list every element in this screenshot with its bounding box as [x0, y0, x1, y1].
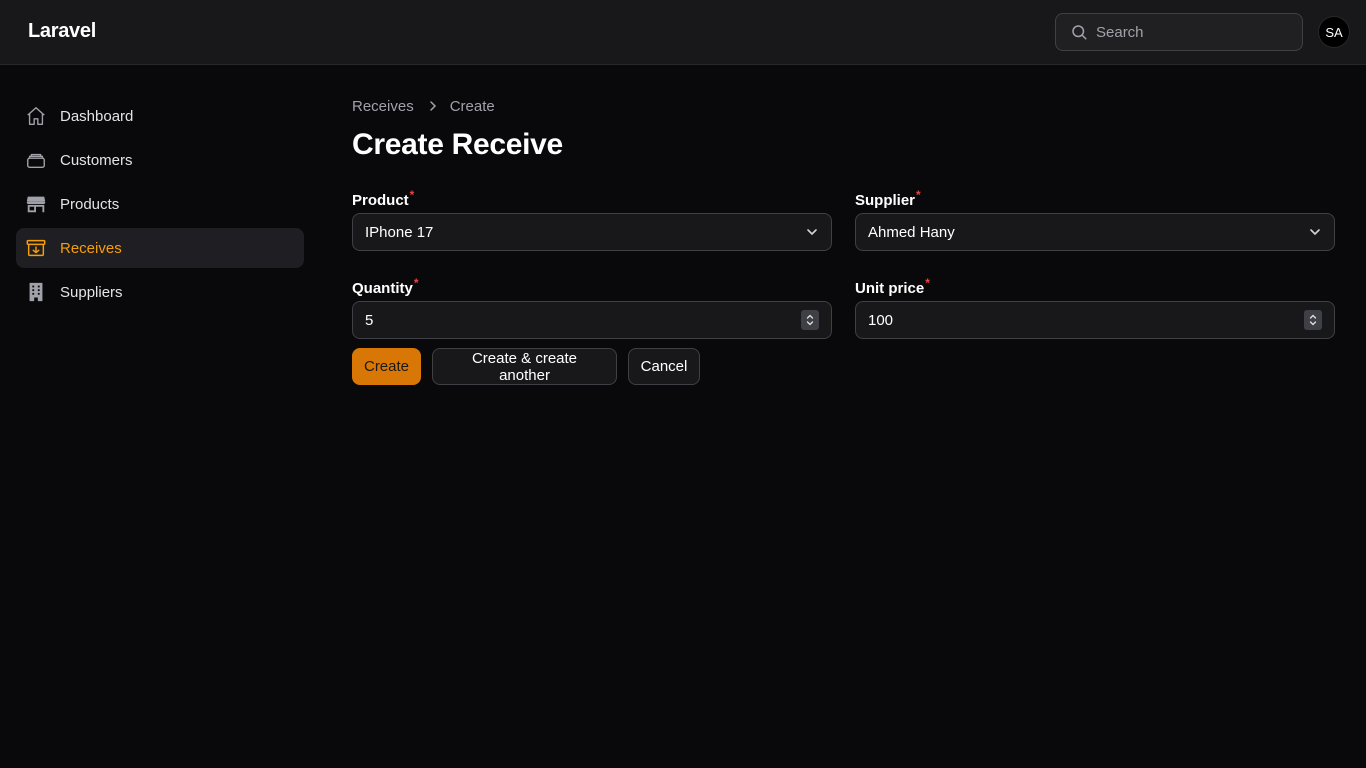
- required-marker: *: [409, 188, 415, 202]
- page-title: Create Receive: [352, 128, 563, 161]
- breadcrumb-current: Create: [449, 97, 495, 115]
- sidebar-item-products[interactable]: Products: [16, 184, 304, 224]
- top-bar: Laravel SA: [0, 0, 1366, 65]
- home-icon: [25, 105, 47, 127]
- required-marker: *: [925, 276, 930, 290]
- search-icon: [1072, 25, 1087, 40]
- quantity-label: Quantity*: [352, 276, 419, 297]
- chevron-right-icon: [428, 100, 438, 112]
- archive-box-arrow-down-icon: [25, 237, 47, 259]
- building-icon: [25, 281, 47, 303]
- chevron-down-icon: [1310, 229, 1320, 236]
- stack-icon: [25, 149, 47, 171]
- quantity-field: Quantity* 5: [352, 276, 832, 339]
- breadcrumb-link-receives[interactable]: Receives: [352, 98, 414, 115]
- sidebar-item-label: Customers: [60, 151, 133, 169]
- sidebar-item-customers[interactable]: Customers: [16, 140, 304, 180]
- cancel-button[interactable]: Cancel: [628, 348, 700, 385]
- breadcrumb: Receives Create: [352, 96, 1335, 116]
- quantity-input[interactable]: 5: [352, 301, 832, 339]
- unit-price-input[interactable]: 100: [855, 301, 1335, 339]
- unit-price-label: Unit price*: [855, 276, 930, 297]
- search-input[interactable]: [1096, 23, 1286, 41]
- stepper-arrows-icon: [806, 314, 814, 326]
- supplier-label: Supplier*: [855, 188, 921, 209]
- sidebar-item-label: Products: [60, 195, 120, 213]
- unit-price-field: Unit price* 100: [855, 276, 1335, 339]
- product-select[interactable]: IPhone 17: [352, 213, 832, 251]
- sidebar-item-receives[interactable]: Receives: [16, 228, 304, 268]
- unit-price-input-value: 100: [868, 311, 894, 329]
- brand-logo[interactable]: Laravel: [28, 20, 96, 43]
- sidebar-item-label: Receives: [60, 239, 122, 257]
- chevron-down-icon: [807, 229, 817, 236]
- quantity-stepper[interactable]: [801, 310, 819, 330]
- stepper-arrows-icon: [1309, 314, 1317, 326]
- storefront-icon: [25, 193, 47, 215]
- sidebar-item-label: Dashboard: [60, 107, 134, 125]
- create-button[interactable]: Create: [352, 348, 421, 385]
- avatar[interactable]: SA: [1318, 16, 1350, 48]
- sidebar-item-label: Suppliers: [60, 283, 123, 301]
- unit-price-stepper[interactable]: [1304, 310, 1322, 330]
- search-box[interactable]: [1055, 13, 1303, 51]
- sidebar-item-suppliers[interactable]: Suppliers: [16, 272, 304, 312]
- main-content: Receives Create Create Receive Product* …: [352, 96, 1335, 385]
- required-marker: *: [916, 188, 921, 202]
- receive-form: Product* IPhone 17 Supplier* Ahmed Hany …: [352, 188, 1335, 348]
- supplier-field: Supplier* Ahmed Hany: [855, 188, 1335, 251]
- product-field: Product* IPhone 17: [352, 188, 832, 251]
- supplier-select[interactable]: Ahmed Hany: [855, 213, 1335, 251]
- required-marker: *: [413, 276, 419, 290]
- quantity-input-value: 5: [365, 311, 374, 329]
- form-actions: Create Create & create another Cancel: [352, 348, 1335, 385]
- product-label: Product*: [352, 188, 415, 209]
- product-select-value: IPhone 17: [365, 223, 434, 241]
- sidebar: Dashboard Customers Products Receives Su…: [16, 96, 304, 316]
- sidebar-item-dashboard[interactable]: Dashboard: [16, 96, 304, 136]
- create-another-button[interactable]: Create & create another: [432, 348, 617, 385]
- supplier-select-value: Ahmed Hany: [868, 223, 955, 241]
